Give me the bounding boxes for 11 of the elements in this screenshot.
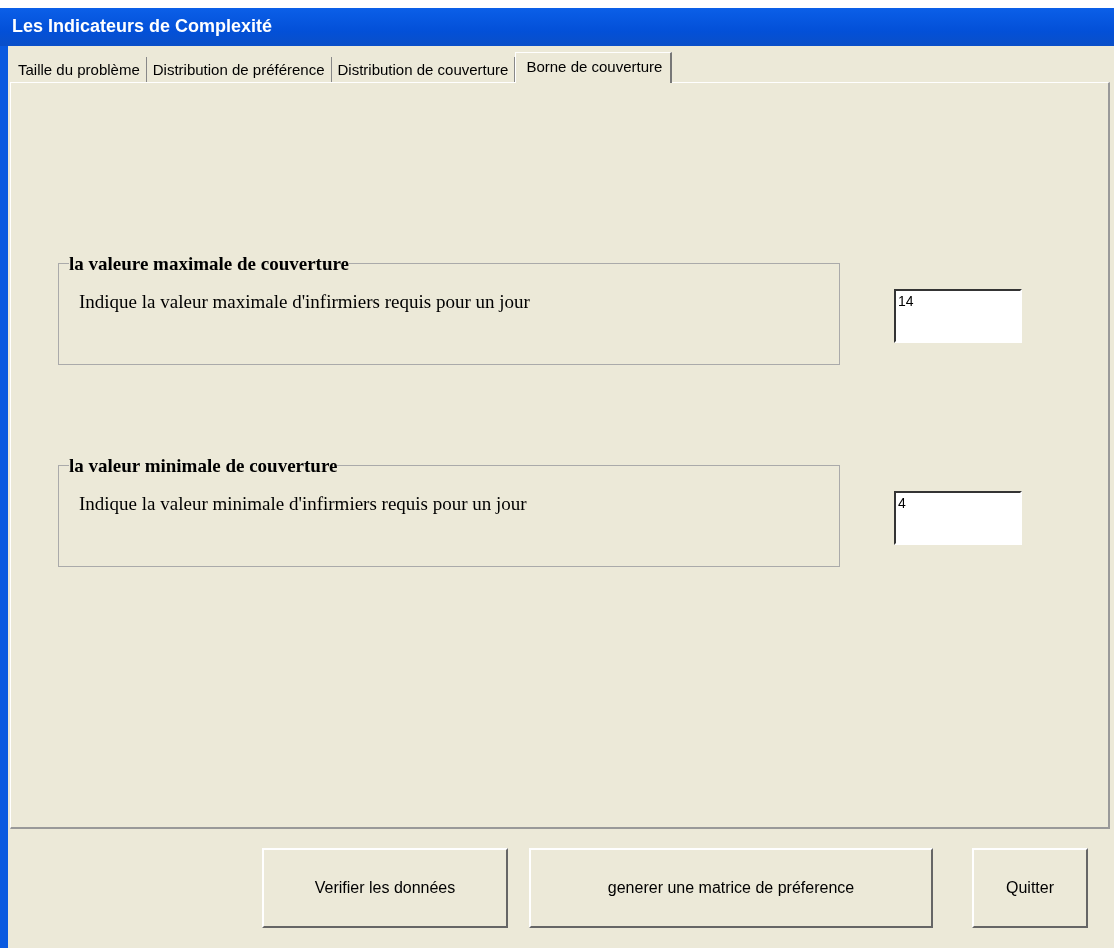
group-title: la valeur minimale de couverture (69, 454, 338, 477)
tab[interactable]: Borne de couverture (515, 51, 673, 83)
group-title: la valeure maximale de couverture (69, 252, 349, 275)
field-label: Indique la valeur maximale d'infirmiers requis pour un jour (79, 290, 530, 313)
generate-button[interactable]: generer une matrice de préference (529, 848, 933, 929)
input-field[interactable]: 14 (894, 288, 1022, 343)
quit-button[interactable]: Quitter (972, 848, 1088, 929)
verify-button[interactable]: Verifier les données (262, 848, 508, 929)
field-label: Indique la valeur minimale d'infirmiers requis pour un jour (79, 492, 527, 515)
input-field[interactable]: 4 (894, 490, 1022, 545)
window-title: Les Indicateurs de Complexité (0, 8, 1114, 46)
